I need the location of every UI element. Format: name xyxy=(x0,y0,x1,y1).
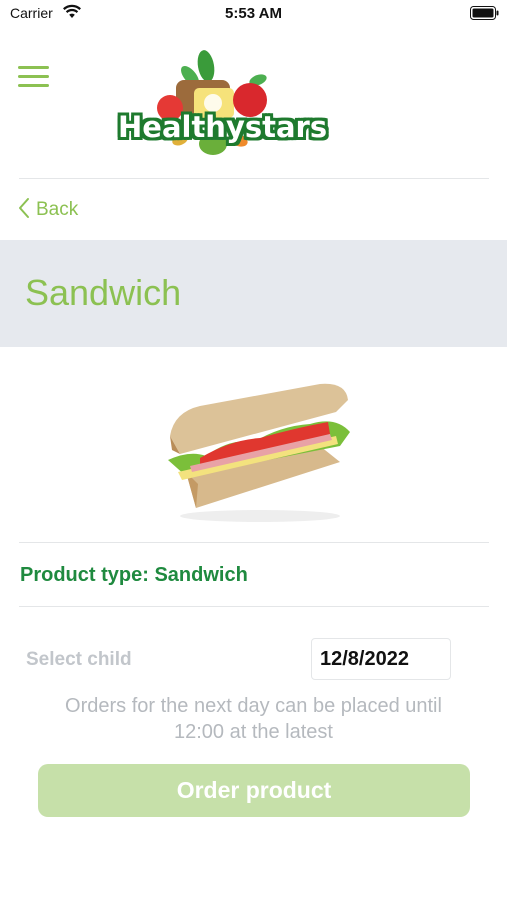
sandwich-image xyxy=(160,376,360,526)
battery-icon xyxy=(470,6,500,25)
logo-wordmark: Healthystars xyxy=(118,110,328,144)
select-child-picker[interactable]: Select child xyxy=(26,649,132,671)
healthystars-logo: Healthystars xyxy=(118,48,328,160)
order-deadline-notice: Orders for the next day can be placed un… xyxy=(65,695,442,743)
chevron-left-icon xyxy=(18,197,30,224)
header-divider xyxy=(19,178,489,179)
back-button[interactable]: Back xyxy=(18,197,78,223)
hamburger-menu-icon[interactable] xyxy=(18,66,50,90)
date-field[interactable]: 12/8/2022 xyxy=(311,638,451,680)
back-label: Back xyxy=(36,199,79,220)
page-title: Sandwich xyxy=(25,272,182,313)
image-divider xyxy=(19,542,489,543)
status-bar: Carrier 5:53 AM xyxy=(0,0,507,28)
order-product-button[interactable]: Order product xyxy=(38,764,470,817)
product-type-label: Product type: Sandwich xyxy=(20,564,248,586)
type-divider xyxy=(19,606,489,607)
clock-time: 5:53 AM xyxy=(225,5,282,22)
